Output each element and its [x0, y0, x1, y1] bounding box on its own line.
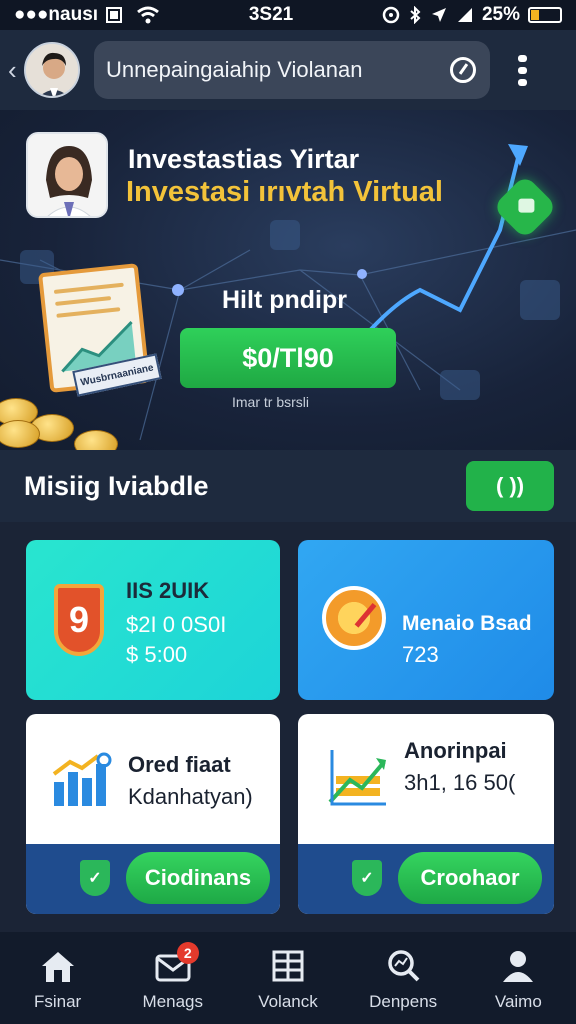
nav-item-search[interactable]: Denpens: [353, 946, 453, 1012]
card-title: Anorinpai: [404, 738, 507, 763]
notification-badge: 2: [176, 942, 199, 964]
nav-label: Fsinar: [33, 992, 82, 1011]
home-icon: [41, 952, 74, 982]
nav-label: Menags: [142, 992, 204, 1011]
bluetooth-icon: [410, 6, 421, 24]
card-footer: ✓ Ciodinans: [26, 844, 280, 914]
battery-percent: 25%: [481, 4, 520, 25]
card-value: 3h1, 16 50(: [404, 770, 516, 795]
hero-amount-label: Hilt pndipr: [222, 286, 347, 314]
card-title: Menaio Bsad: [402, 612, 532, 635]
nav-item-messages[interactable]: 2 Menags: [123, 942, 223, 1012]
app-header: ‹ Unnepaingaiahip Violanan: [0, 30, 576, 110]
bar-chart-icon: [52, 752, 112, 806]
signal-icon: [457, 8, 472, 22]
card-subvalue: $ 5:00: [126, 642, 188, 667]
shield-check-icon: ✓: [80, 860, 110, 896]
bottom-nav: Fsinar 2 Menags Volanck Denpens Vaimo: [0, 932, 576, 1024]
sim-icon: [106, 7, 123, 23]
back-chevron-icon[interactable]: ‹: [8, 55, 22, 86]
hero-amount-button[interactable]: $0/Tl90: [180, 328, 396, 388]
balance-card[interactable]: Menaio Bsad 723: [298, 540, 554, 700]
section-header: Misiig Iviabdle ( )): [0, 450, 576, 522]
status-bar: ●●●nausı 3S21 25%: [0, 0, 576, 30]
nav-label: Denpens: [369, 992, 438, 1011]
nav-label: Volanck: [258, 992, 318, 1011]
hero-subtitle: Investasi ırıvtah Virtual: [126, 176, 443, 208]
location-icon: [431, 8, 446, 22]
search-field[interactable]: Unnepaingaiahip Violanan: [94, 41, 490, 99]
analytics-card: Anorinpai 3h1, 16 50( ✓ Croohaor: [298, 714, 554, 914]
gauge-icon: [322, 586, 386, 650]
nav-item-portfolio[interactable]: Volanck: [238, 946, 338, 1012]
card-action-button[interactable]: Ciodinans: [126, 852, 270, 904]
hero-banner: Investastias Yirtar Investasi ırıvtah Vi…: [0, 110, 576, 450]
card-title: Ored fiaat: [128, 752, 231, 777]
clock: 3S21: [248, 4, 294, 25]
alarm-icon: [382, 6, 400, 24]
nav-item-home[interactable]: Fsinar: [8, 946, 108, 1012]
card-subtitle: Kdanhatyan): [128, 784, 253, 809]
refresh-button[interactable]: ( )): [466, 461, 554, 511]
shield-check-icon: ✓: [352, 860, 382, 896]
user-icon: [503, 951, 534, 982]
avatar[interactable]: [24, 42, 80, 98]
card-value: 723: [402, 642, 439, 667]
hero-caption: Imar tr bsrsli: [232, 394, 309, 410]
battery-icon: [528, 7, 562, 23]
statistics-card: Ored fiaat Kdanhatyan) ✓ Ciodinans: [26, 714, 280, 914]
portfolio-card[interactable]: 9 IIS 2UIK $2I 0 0S0I $ 5:00: [26, 540, 280, 700]
search-text: Unnepaingaiahip Violanan: [106, 57, 363, 82]
compass-icon[interactable]: [450, 57, 476, 83]
advisor-photo: [26, 132, 108, 218]
more-menu-icon[interactable]: [518, 54, 527, 86]
search-icon: [388, 950, 420, 982]
growth-chart-icon: [328, 750, 386, 806]
shield-icon: 9: [54, 584, 104, 656]
nav-label: Vaimo: [494, 992, 542, 1011]
hero-title: Investastias Yirtar: [128, 144, 360, 174]
card-value: $2I 0 0S0I: [126, 612, 227, 637]
carrier-label: ●●●nausı: [14, 4, 99, 25]
nav-item-profile[interactable]: Vaimo: [468, 946, 568, 1012]
section-title: Misiig Iviabdle: [24, 470, 209, 501]
table-icon: [272, 950, 304, 982]
card-title: IIS 2UIK: [126, 578, 210, 603]
wifi-icon: [137, 6, 159, 24]
card-footer: ✓ Croohaor: [298, 844, 554, 914]
card-action-button[interactable]: Croohaor: [398, 852, 542, 904]
